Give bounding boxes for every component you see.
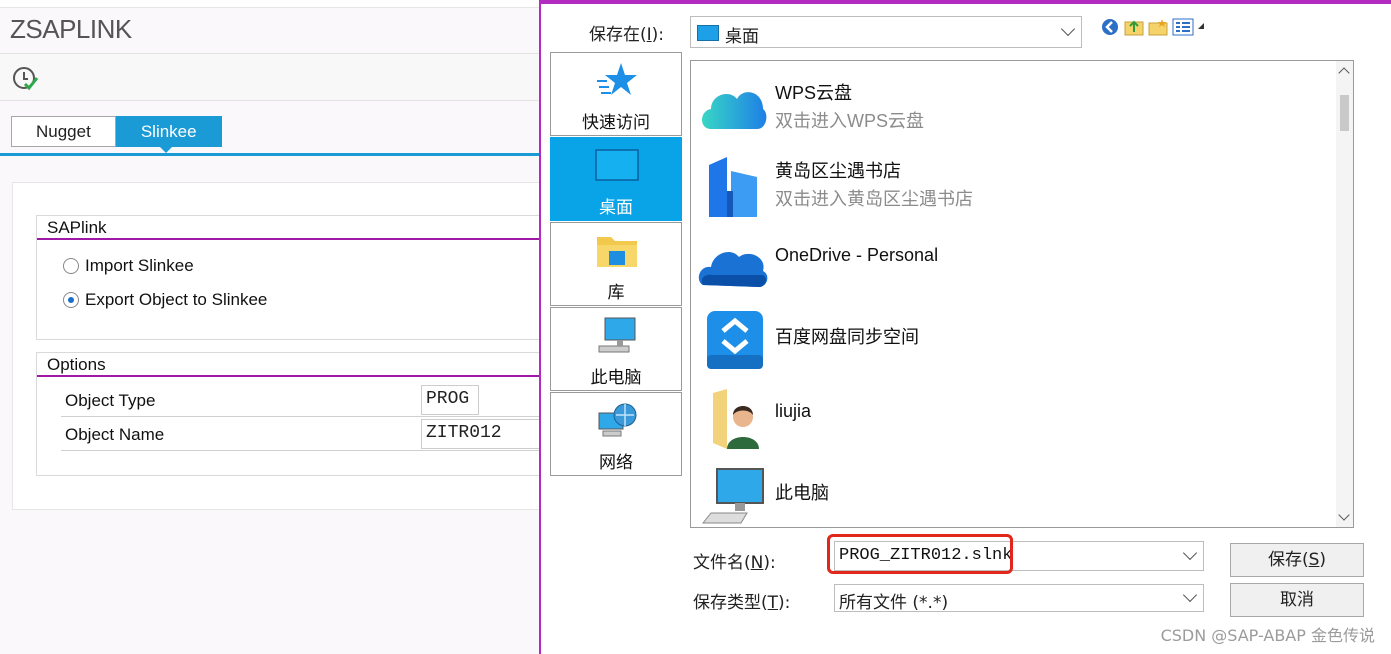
place-label: 快速访问 — [582, 113, 650, 133]
place-label: 库 — [607, 283, 625, 303]
scroll-thumb[interactable] — [1340, 95, 1349, 131]
view-menu-icon[interactable] — [1172, 17, 1208, 37]
place-desktop[interactable]: 桌面 — [550, 137, 682, 221]
save-as-dialog: 保存在(I): 桌面 快速访问 桌面 库 此电脑 网络 WPS云盘 双击进入WP… — [539, 0, 1391, 654]
item-name: 此电脑 — [775, 483, 829, 503]
item-name: liujia — [775, 401, 812, 421]
object-type-label: Object Type — [65, 391, 156, 410]
object-name-row: Object Name ZITR012 — [61, 417, 540, 451]
item-name: 百度网盘同步空间 — [775, 327, 919, 347]
user-folder-icon — [713, 389, 759, 449]
radio-label: Export Object to Slinkee — [85, 290, 268, 309]
onedrive-icon — [698, 252, 768, 287]
object-name-label: Object Name — [65, 425, 165, 444]
object-type-input[interactable]: PROG — [421, 385, 479, 415]
filetype-dropdown[interactable]: 所有文件 (*.*) — [834, 584, 1204, 613]
tab-underline — [0, 153, 540, 156]
radio-button-selected[interactable] — [63, 292, 79, 308]
saplink-group: SAPlink Import Slinkee Export Object to … — [36, 215, 540, 340]
desktop-icon — [595, 149, 639, 181]
sap-window: ZSAPLINK Nugget Slinkee SAPlink Import S… — [0, 0, 540, 654]
chevron-down-icon — [1060, 21, 1076, 37]
tab-strip: Nugget Slinkee — [11, 116, 222, 153]
options-group-title: Options — [37, 353, 540, 377]
radio-export-object[interactable]: Export Object to Slinkee — [63, 290, 267, 310]
up-folder-icon[interactable] — [1124, 17, 1144, 37]
file-list[interactable]: WPS云盘 双击进入WPS云盘 黄岛区尘遇书店 双击进入黄岛区尘遇书店 OneD… — [690, 60, 1354, 528]
radio-label: Import Slinkee — [85, 256, 194, 275]
library-folder-icon — [597, 237, 637, 267]
item-name: OneDrive - Personal — [775, 245, 939, 265]
chevron-down-icon[interactable] — [1182, 545, 1198, 561]
tab-nugget[interactable]: Nugget — [11, 116, 116, 147]
filetype-value: 所有文件 (*.*) — [839, 593, 949, 613]
options-group: Options Object Type PROG Object Name ZIT… — [36, 352, 540, 476]
scroll-down-icon[interactable] — [1338, 509, 1350, 521]
save-in-value: 桌面 — [725, 27, 759, 47]
page-title: ZSAPLINK — [10, 14, 132, 44]
star-icon — [597, 63, 637, 95]
network-icon — [598, 403, 637, 437]
scroll-up-icon[interactable] — [1338, 67, 1350, 79]
saplink-group-title: SAPlink — [37, 216, 540, 240]
list-item-wps-cloud[interactable]: WPS云盘 双击进入WPS云盘 — [697, 69, 1317, 145]
place-label: 桌面 — [599, 198, 633, 218]
list-item-onedrive[interactable]: OneDrive - Personal — [697, 225, 1317, 301]
chevron-down-icon — [1182, 587, 1198, 603]
building-icon — [709, 157, 757, 217]
cloud-icon — [702, 92, 767, 129]
watermark: CSDN @SAP-ABAP 金色传说 — [1160, 626, 1375, 645]
filename-highlight-box — [827, 534, 1013, 574]
new-folder-icon[interactable] — [1148, 17, 1168, 37]
object-name-input[interactable]: ZITR012 — [421, 419, 540, 449]
radio-button[interactable] — [63, 258, 79, 274]
list-item-liujia[interactable]: liujia — [697, 381, 1317, 457]
list-item-baidu-netdisk[interactable]: 百度网盘同步空间 — [697, 303, 1317, 379]
place-network[interactable]: 网络 — [550, 392, 682, 476]
save-in-dropdown[interactable]: 桌面 — [690, 16, 1082, 48]
sap-top-strip — [0, 0, 540, 8]
execute-icon[interactable] — [11, 64, 39, 92]
tab-slinkee[interactable]: Slinkee — [115, 116, 222, 153]
item-subtitle: 双击进入黄岛区尘遇书店 — [775, 189, 973, 209]
vertical-scrollbar[interactable] — [1336, 61, 1353, 527]
object-type-row: Object Type PROG — [61, 383, 540, 417]
radio-import-slinkee[interactable]: Import Slinkee — [63, 256, 194, 276]
place-label: 网络 — [599, 453, 633, 473]
computer-icon — [598, 317, 636, 353]
filename-label: 文件名(N): — [693, 553, 776, 573]
places-bar: 快速访问 桌面 库 此电脑 网络 — [550, 52, 682, 480]
save-button[interactable]: 保存(S) — [1230, 543, 1364, 577]
place-library[interactable]: 库 — [550, 222, 682, 306]
filetype-label: 保存类型(T): — [693, 593, 791, 613]
computer-icon — [701, 468, 764, 524]
item-name: WPS云盘 — [775, 83, 853, 103]
place-label: 此电脑 — [590, 368, 642, 388]
item-subtitle: 双击进入WPS云盘 — [775, 111, 925, 131]
place-quick-access[interactable]: 快速访问 — [550, 52, 682, 136]
desktop-small-icon — [697, 25, 719, 41]
list-item-bookstore[interactable]: 黄岛区尘遇书店 双击进入黄岛区尘遇书店 — [697, 147, 1317, 223]
item-name: 黄岛区尘遇书店 — [775, 161, 901, 181]
place-this-pc[interactable]: 此电脑 — [550, 307, 682, 391]
sap-toolbar — [0, 53, 540, 101]
baidu-netdisk-icon — [707, 311, 763, 369]
save-in-label: 保存在(I): — [589, 25, 665, 45]
back-icon[interactable] — [1100, 17, 1120, 37]
cancel-button[interactable]: 取消 — [1230, 583, 1364, 617]
list-item-this-pc[interactable]: 此电脑 — [697, 459, 1317, 527]
